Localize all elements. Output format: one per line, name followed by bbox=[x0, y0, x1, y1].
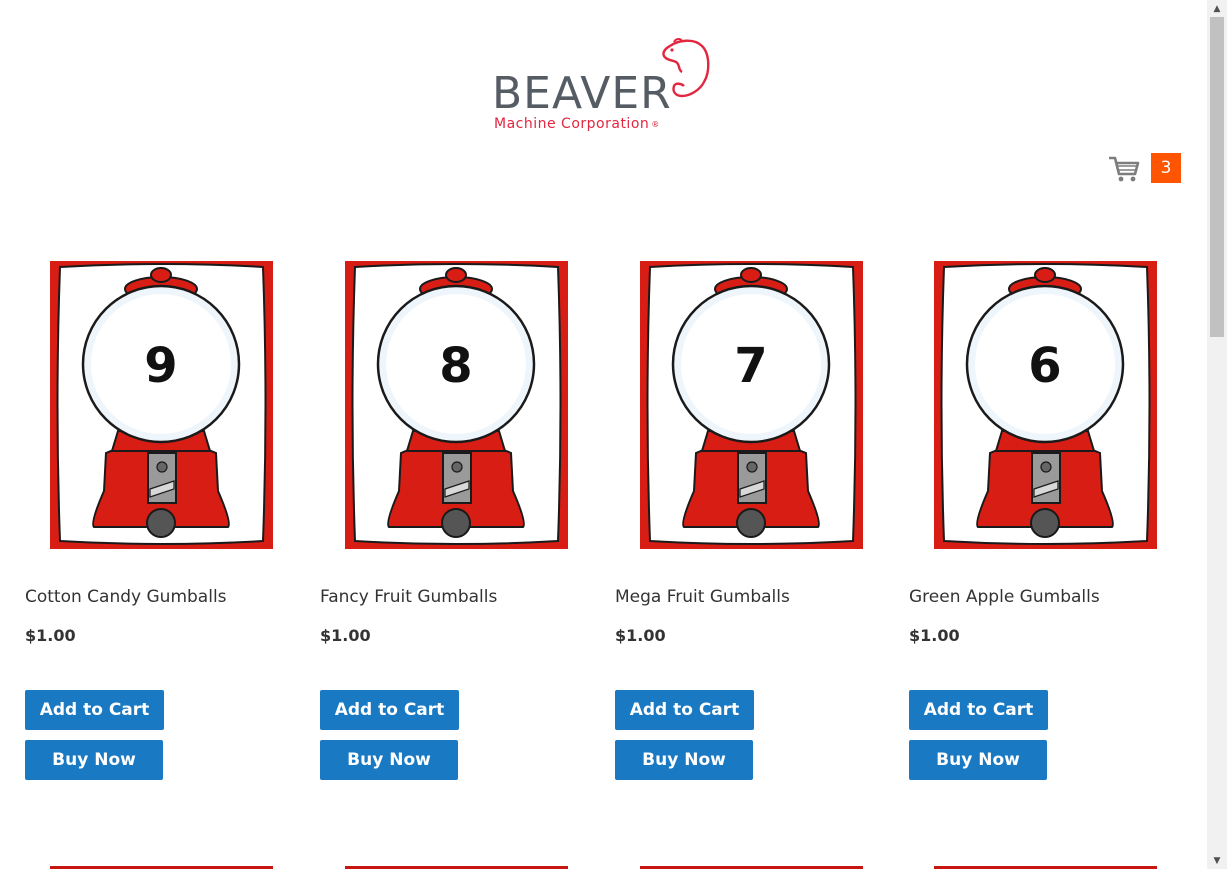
svg-text:8: 8 bbox=[439, 338, 472, 394]
arrow-down-icon[interactable]: ▼ bbox=[1207, 852, 1227, 869]
product-image[interactable]: 8 bbox=[345, 261, 568, 549]
add-to-cart-button[interactable]: Add to Cart bbox=[909, 690, 1048, 730]
svg-text:6: 6 bbox=[1028, 338, 1061, 394]
product-name-link[interactable]: Green Apple Gumballs bbox=[909, 587, 1100, 607]
product-name-link[interactable]: Mega Fruit Gumballs bbox=[615, 587, 790, 607]
shopping-cart-icon[interactable] bbox=[1108, 154, 1140, 184]
arrow-up-icon[interactable]: ▲ bbox=[1207, 0, 1227, 17]
product-image[interactable]: 6 bbox=[934, 261, 1157, 549]
page: BEAVER Machine Corporation ® 3 9 Cotton C… bbox=[0, 0, 1207, 869]
vertical-scrollbar[interactable]: ▲ ▼ bbox=[1207, 0, 1227, 869]
scrollbar-thumb[interactable] bbox=[1210, 17, 1224, 337]
product-price: $1.00 bbox=[909, 626, 960, 645]
gumball-machine-icon: 6 bbox=[934, 261, 1157, 549]
buy-now-button[interactable]: Buy Now bbox=[320, 740, 458, 780]
brand-subtitle-text: Machine Corporation bbox=[494, 116, 650, 132]
brand-subtitle: Machine Corporation ® bbox=[494, 116, 660, 132]
brand-name: BEAVER bbox=[492, 68, 672, 119]
buy-now-button[interactable]: Buy Now bbox=[615, 740, 753, 780]
svg-text:9: 9 bbox=[144, 338, 177, 394]
gumball-machine-icon: 7 bbox=[640, 261, 863, 549]
cart-count-badge[interactable]: 3 bbox=[1151, 153, 1181, 183]
buy-now-button[interactable]: Buy Now bbox=[25, 740, 163, 780]
add-to-cart-button[interactable]: Add to Cart bbox=[320, 690, 459, 730]
add-to-cart-button[interactable]: Add to Cart bbox=[25, 690, 164, 730]
product-price: $1.00 bbox=[25, 626, 76, 645]
product-name-link[interactable]: Cotton Candy Gumballs bbox=[25, 587, 227, 607]
registered-mark: ® bbox=[651, 119, 660, 129]
gumball-machine-icon: 8 bbox=[345, 261, 568, 549]
product-price: $1.00 bbox=[615, 626, 666, 645]
product-price: $1.00 bbox=[320, 626, 371, 645]
svg-text:7: 7 bbox=[734, 338, 767, 394]
product-image[interactable]: 9 bbox=[50, 261, 273, 549]
buy-now-button[interactable]: Buy Now bbox=[909, 740, 1047, 780]
product-name-link[interactable]: Fancy Fruit Gumballs bbox=[320, 587, 497, 607]
gumball-machine-icon: 9 bbox=[50, 261, 273, 549]
add-to-cart-button[interactable]: Add to Cart bbox=[615, 690, 754, 730]
beaver-icon bbox=[662, 38, 710, 98]
product-image[interactable]: 7 bbox=[640, 261, 863, 549]
brand-logo[interactable]: BEAVER Machine Corporation ® bbox=[492, 38, 712, 138]
mini-cart[interactable]: 3 bbox=[1108, 152, 1188, 184]
